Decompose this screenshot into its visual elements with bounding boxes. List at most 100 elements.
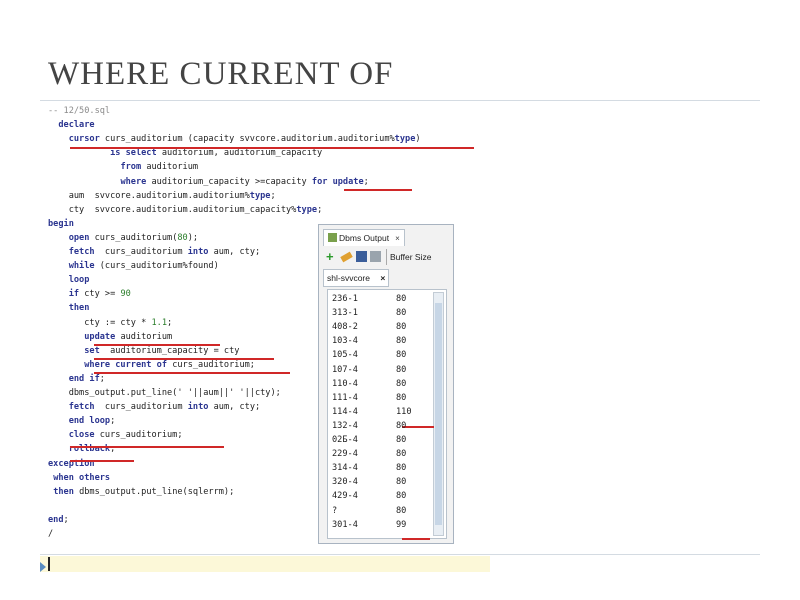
vertical-scrollbar[interactable] [433,292,444,536]
code-line: open curs_auditorium(80); [48,233,198,244]
underline-where-current-of [94,372,290,374]
text-caret [48,557,50,571]
close-icon[interactable]: × [380,273,385,283]
code-token: auditorium_capacity >=capacity [146,176,312,187]
dbms-output-panel: Dbms Output × + Buffer Size shl-svvcore ×… [318,224,454,544]
arrow-right-icon [40,562,46,572]
code-keyword: close [68,430,95,441]
output-capacity: 80 [396,420,407,431]
dbms-output-tab[interactable]: Dbms Output × [323,229,405,246]
output-capacity: 110 [396,406,412,417]
code-line: is select auditorium, auditorium_capacit… [48,148,322,159]
code-keyword: loop [68,275,90,286]
output-room: 320-4 [332,477,358,488]
code-token: ) [415,134,421,145]
code-line: end; [48,515,69,526]
output-room: ? [332,505,338,516]
output-room: 236-1 [332,294,358,304]
code-line: loop [48,275,90,286]
code-keyword: into [187,247,209,257]
code-token: dbms_output.put_line(sqlerrm); [73,486,235,497]
code-line: cty := cty * 1.1; [48,318,172,329]
code-line: when others [48,473,110,484]
output-room: 408-2 [332,322,358,333]
output-capacity: 80 [396,322,407,333]
code-line: end loop; [48,416,116,427]
dbms-toolbar: + Buffer Size [323,249,451,265]
code-token: 80 [177,232,188,243]
clear-icon[interactable] [340,251,353,263]
code-keyword: type [394,134,416,145]
code-line: close curs_auditorium; [48,430,183,441]
code-token: ; [363,176,369,187]
code-keyword: fetch [68,402,95,413]
code-line: aum svvcore.auditorium.auditorium%type; [48,191,276,202]
code-line: begin [48,219,74,230]
output-capacity: 80 [396,336,407,347]
code-line: dbms_output.put_line(' '||aum||' '||cty)… [48,388,281,399]
underline-rollback [70,460,134,462]
output-capacity: 80 [396,378,407,389]
code-line: if cty >= 90 [48,289,131,300]
code-keyword: end [48,514,64,525]
print-icon[interactable] [370,251,381,262]
output-room: 110-4 [332,378,358,389]
output-capacity: 80 [396,364,407,375]
code-token: auditorium [115,331,173,342]
code-line: while (curs_auditorium%found) [48,261,219,272]
output-capacity: 80 [396,435,407,445]
code-keyword: end if [68,373,100,384]
add-connection-icon[interactable]: + [326,250,337,263]
code-token: curs_auditorium [94,402,188,413]
output-capacity: 80 [396,505,407,516]
code-token: auditorium [141,162,199,173]
code-token: curs_auditorium (capacity svvcore.audito… [99,134,395,145]
code-token: 90 [120,289,131,300]
code-keyword: for update [311,176,364,187]
underline-for-update [344,189,412,191]
save-icon[interactable] [356,251,367,262]
buffer-size-label: Buffer Size [386,249,431,265]
code-token: cty >= [79,289,121,300]
connection-tab[interactable]: shl-svvcore × [323,269,390,287]
code-keyword: if [68,289,80,300]
output-room: 114-4 [332,406,358,417]
code-token: dbms_output.put_line(' '||aum||' '||cty)… [48,388,281,398]
output-room: 111-4 [332,392,358,403]
code-keyword: from [120,162,142,173]
code-line: fetch curs_auditorium into aum, cty; [48,247,260,258]
code-keyword: into [187,402,209,413]
code-line: from auditorium [48,162,198,173]
close-icon[interactable]: × [395,234,400,243]
code-line: cursor curs_auditorium (capacity svvcore… [48,134,421,145]
output-area[interactable]: 236-1 80 313-1 80 408-2 80 103-4 80 105-4 80 107-4… [327,289,447,540]
code-token: ; [167,317,173,328]
output-capacity: 80 [396,350,407,361]
output-room: 02Б-4 [332,435,358,445]
code-token: ; [99,373,105,384]
connection-tab-label: shl-svvcore [327,273,370,283]
output-room: 429-4 [332,491,358,502]
code-keyword: declare [58,120,95,131]
code-token: (curs_auditorium%found) [94,261,219,272]
title-divider [40,100,760,101]
code-line: declare [48,120,95,131]
code-line: where auditorium_capacity >=capacity for… [48,176,369,188]
output-room: 107-4 [332,364,358,375]
output-room: 301-4 [332,519,358,530]
output-room: 103-4 [332,336,358,347]
output-capacity: 80 [396,294,407,304]
output-room: 132-4 [332,420,358,431]
code-token: ; [317,204,323,215]
scrollbar-thumb[interactable] [435,303,442,525]
